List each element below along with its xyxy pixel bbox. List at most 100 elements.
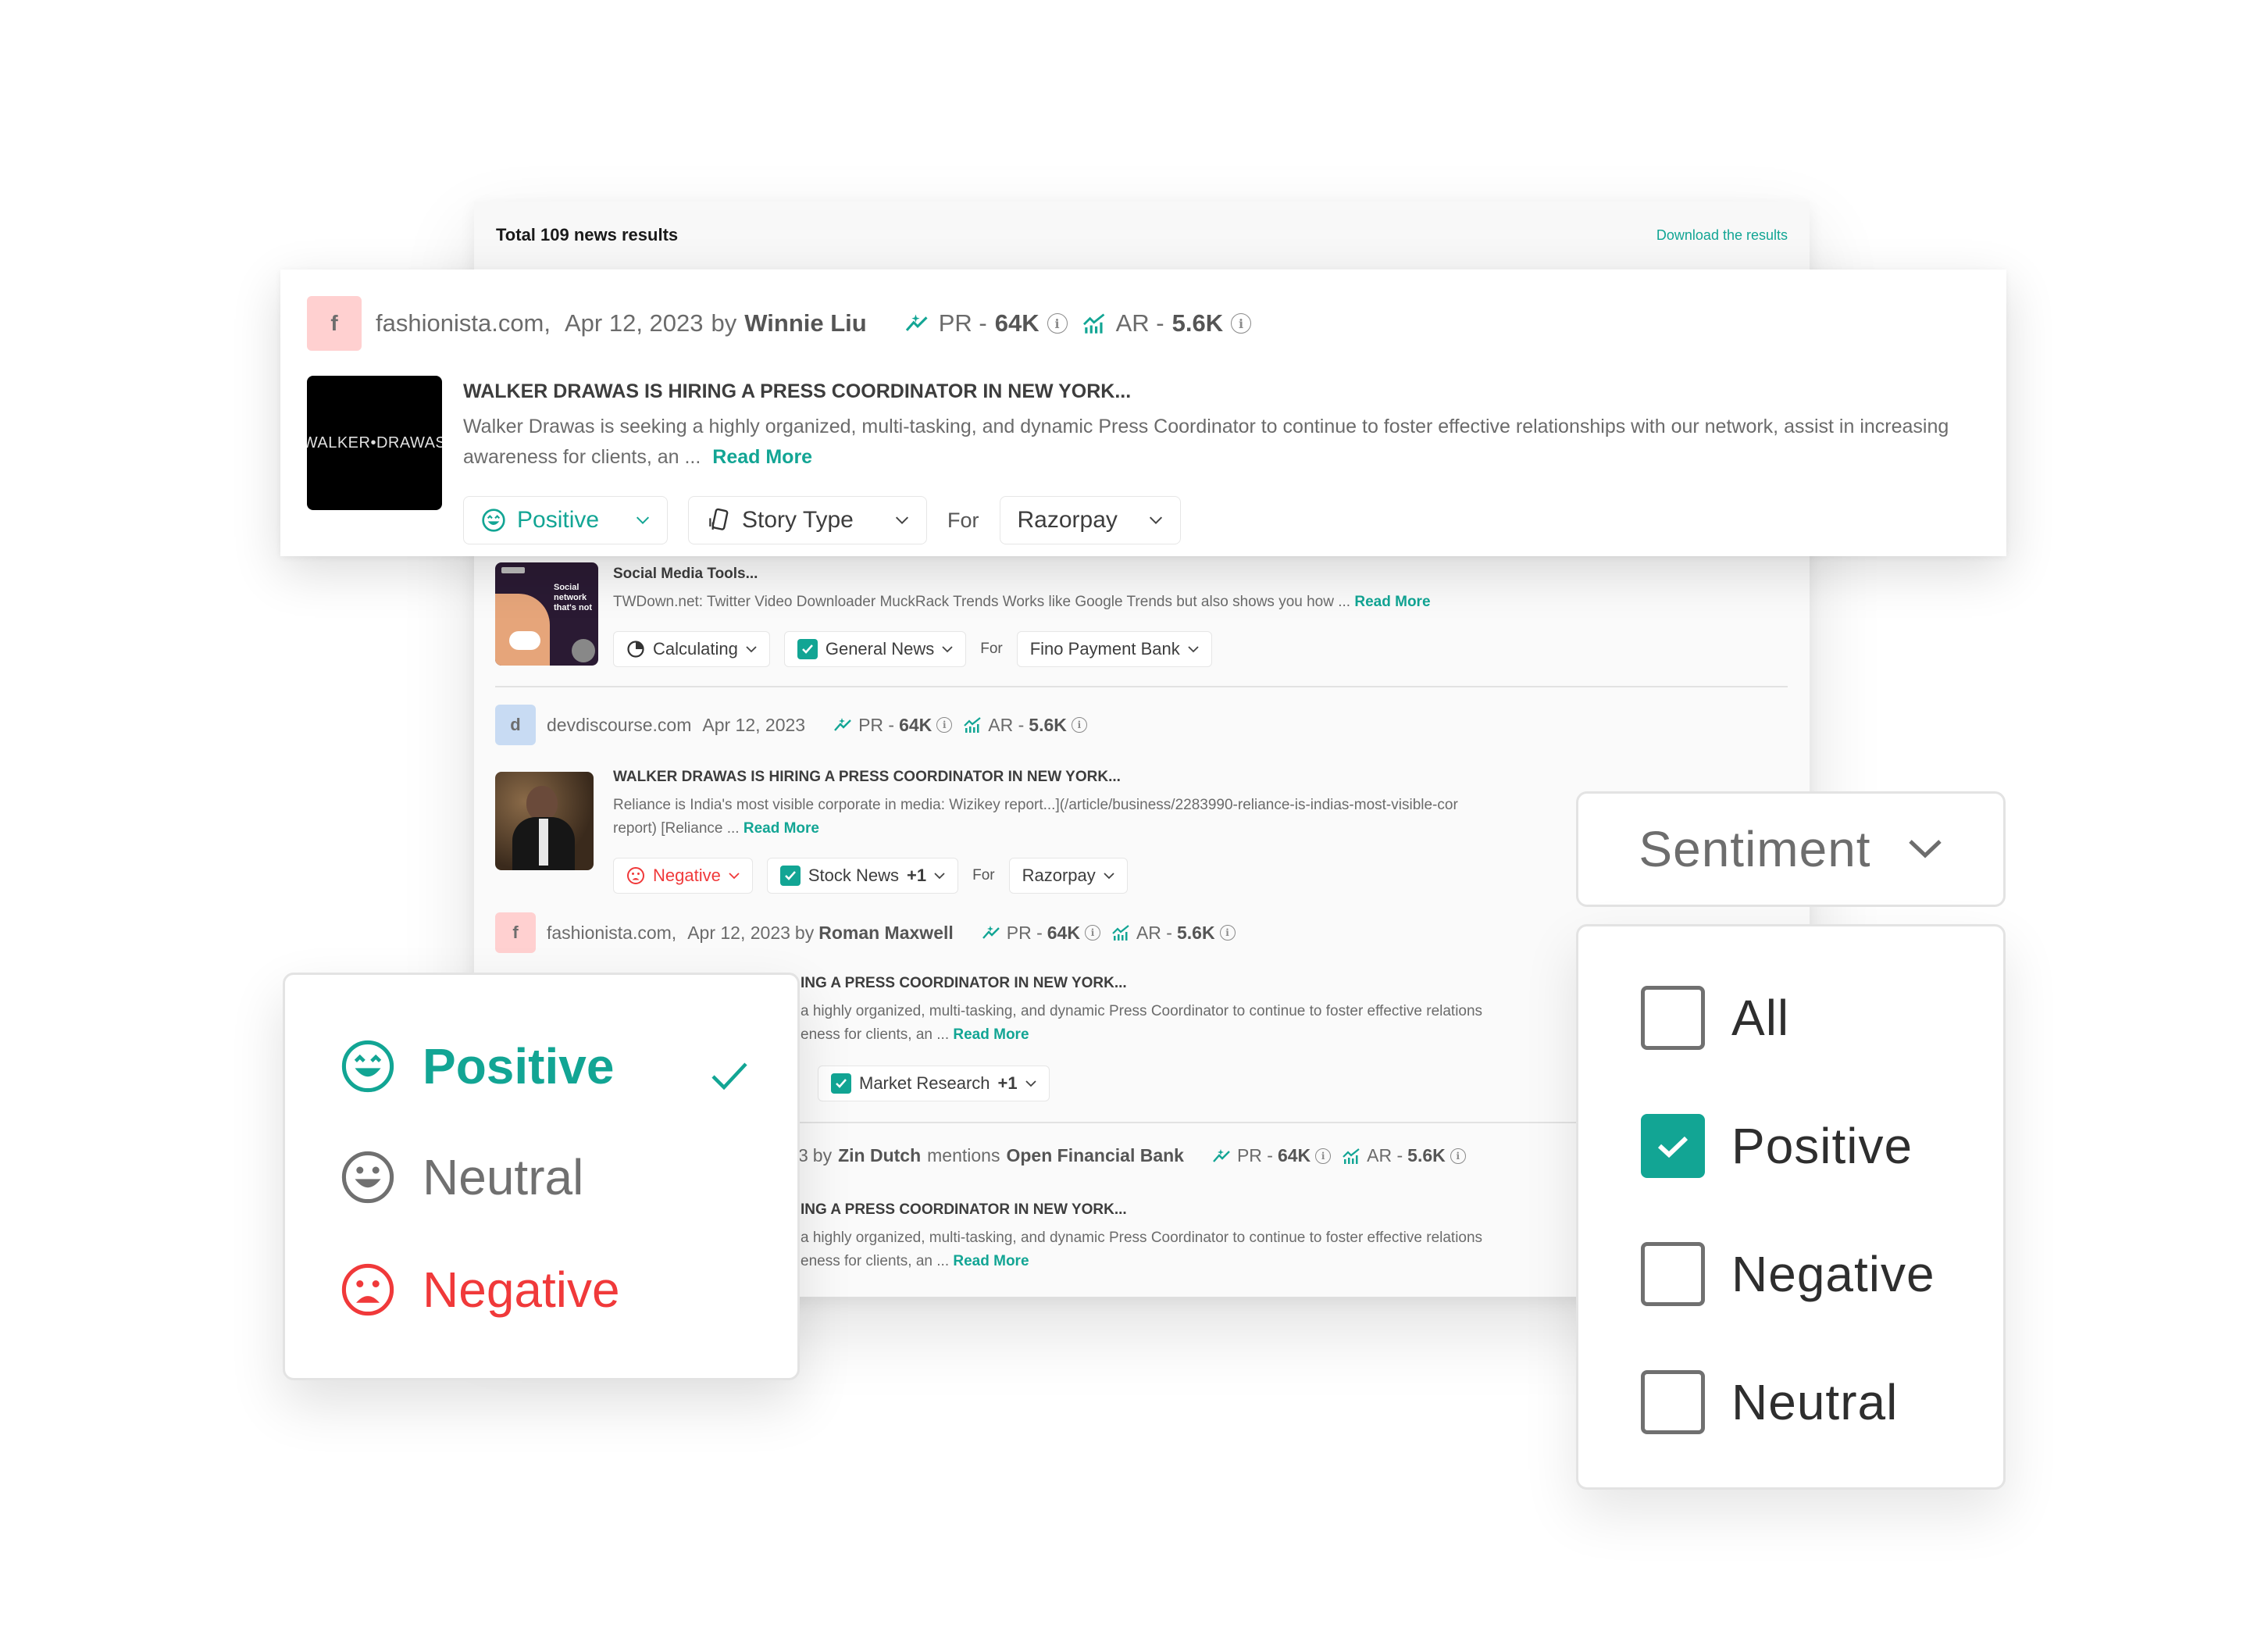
article-headline: ING A PRESS COORDINATOR IN NEW YORK...: [801, 1201, 1127, 1218]
highlighted-article-card[interactable]: f fashionista.com, Apr 12, 2023 by Winni…: [280, 270, 2006, 556]
chevron-down-icon: [1908, 840, 1942, 858]
sentiment-option-negative[interactable]: Negative: [340, 1261, 620, 1319]
thumbnail-text: Social network that's not: [554, 583, 593, 612]
ar-label: AR -: [988, 714, 1025, 735]
option-label: Neutral: [423, 1149, 584, 1205]
checkbox[interactable]: [1641, 986, 1705, 1050]
row-divider: [495, 686, 1788, 687]
story-type-dropdown[interactable]: Story Type: [688, 496, 927, 544]
read-more-link[interactable]: Read More: [953, 1026, 1029, 1043]
read-more-link[interactable]: Read More: [953, 1253, 1029, 1269]
chevron-down-icon: [942, 645, 953, 652]
bar-chart-trend-icon: [1082, 313, 1104, 334]
ar-value: 5.6K: [1407, 1145, 1446, 1165]
pr-metric: PR - 64K i: [982, 923, 1100, 944]
frown-icon: [341, 1263, 394, 1316]
checkmark-icon: [711, 1062, 747, 1091]
sentiment-value: Negative: [653, 866, 721, 885]
pr-label: PR -: [1006, 922, 1043, 943]
chevron-down-icon: [746, 645, 757, 652]
snippet-text: eness for clients, an ...: [801, 1253, 950, 1269]
read-more-link[interactable]: Read More: [712, 446, 812, 468]
for-label: For: [947, 508, 979, 532]
article-headline: ING A PRESS COORDINATOR IN NEW YORK...: [801, 975, 1127, 991]
ar-value: 5.6K: [1029, 714, 1067, 735]
company-value: Razorpay: [1017, 507, 1118, 533]
article-snippet: TWDown.net: Twitter Video Downloader Muc…: [613, 591, 1431, 614]
info-icon[interactable]: i: [936, 717, 953, 733]
chevron-down-icon: [895, 516, 909, 524]
article-headline: WALKER DRAWAS IS HIRING A PRESS COORDINA…: [613, 769, 1121, 785]
by-label: by: [711, 309, 737, 337]
company-dropdown[interactable]: Razorpay: [1008, 858, 1128, 894]
article-snippet: Walker Drawas is seeking a highly organi…: [463, 412, 1978, 473]
info-icon[interactable]: i: [1084, 925, 1100, 941]
ar-metric: AR - 5.6K i: [1342, 1145, 1466, 1166]
pr-metric: PR - 64K i: [833, 714, 953, 736]
frown-icon: [627, 867, 644, 884]
info-icon[interactable]: i: [1231, 313, 1252, 334]
thumbnail-illustration-detail: [509, 631, 540, 650]
filter-option-negative[interactable]: Negative: [1641, 1242, 1935, 1306]
article-snippet: report) [Reliance ... Read More: [613, 817, 819, 841]
ar-value: 5.6K: [1171, 309, 1224, 337]
article-headline: WALKER DRAWAS IS HIRING A PRESS COORDINA…: [463, 380, 1132, 402]
sentiment-dropdown[interactable]: Negative: [613, 858, 753, 894]
filter-option-neutral[interactable]: Neutral: [1641, 1370, 1898, 1434]
article-headline: Social Media Tools...: [613, 566, 758, 582]
pr-label: PR -: [858, 714, 895, 735]
read-more-link[interactable]: Read More: [744, 820, 819, 837]
checkbox[interactable]: [1641, 1370, 1705, 1434]
filter-option-positive[interactable]: Positive: [1641, 1114, 1913, 1178]
story-type-value: Stock News: [808, 866, 899, 885]
pr-label: PR -: [938, 309, 987, 337]
company-dropdown[interactable]: Fino Payment Bank: [1016, 631, 1212, 667]
sentiment-value: Calculating: [653, 639, 738, 659]
checkbox-checked[interactable]: [1641, 1114, 1705, 1178]
checkbox-checked-icon: [797, 639, 818, 659]
bar-chart-trend-icon: [1112, 925, 1129, 941]
source-name: devdiscourse.com: [547, 714, 692, 735]
thumbnail-illustration-detail: [572, 639, 595, 662]
sentiment-dropdown[interactable]: Calculating: [613, 631, 770, 667]
info-icon[interactable]: i: [1450, 1148, 1466, 1164]
ar-label: AR -: [1136, 922, 1172, 943]
info-icon[interactable]: i: [1315, 1148, 1332, 1164]
article-meta: 3 by Zin Dutch mentions Open Financial B…: [798, 1145, 1466, 1166]
checkbox[interactable]: [1641, 1242, 1705, 1306]
for-label: For: [972, 867, 995, 883]
info-icon[interactable]: i: [1071, 717, 1087, 733]
company-value: Razorpay: [1022, 866, 1096, 885]
sentiment-selected: Positive: [481, 507, 599, 534]
sparkle-trend-icon: [1213, 1148, 1230, 1162]
sentiment-dropdown[interactable]: Positive: [463, 496, 668, 544]
filter-option-all[interactable]: All: [1641, 986, 1789, 1050]
publish-date: Apr 12, 2023: [687, 922, 790, 943]
ar-metric: AR - 5.6K i: [963, 715, 1087, 736]
company-dropdown[interactable]: Razorpay: [999, 496, 1181, 544]
story-type-selected: Story Type: [706, 507, 854, 534]
info-icon[interactable]: i: [1219, 925, 1236, 941]
thumbnail-person-shirt: [539, 819, 548, 866]
story-type-extra-count: +1: [997, 1073, 1018, 1093]
ar-label: AR -: [1115, 309, 1164, 337]
sparkle-trend-icon: [834, 718, 851, 731]
sentiment-option-positive[interactable]: Positive: [340, 1037, 614, 1095]
download-results-link[interactable]: Download the results: [1656, 227, 1788, 244]
sentiment-filter-options: All Positive Negative Neutral: [1576, 924, 2006, 1490]
sentiment-filter-button[interactable]: Sentiment: [1576, 791, 2006, 907]
story-type-dropdown[interactable]: Market Research +1: [818, 1066, 1050, 1101]
smile-happy-icon: [341, 1040, 394, 1093]
story-type-dropdown[interactable]: General News: [783, 631, 967, 667]
snippet-text: eness for clients, an ...: [801, 1026, 950, 1043]
info-icon[interactable]: i: [1047, 313, 1068, 334]
by-label: by: [794, 922, 815, 943]
bar-chart-trend-icon: [964, 717, 981, 733]
smile-happy-icon: [482, 509, 505, 532]
bar-chart-trend-icon: [1343, 1148, 1360, 1164]
sentiment-option-neutral[interactable]: Neutral: [340, 1148, 583, 1206]
read-more-link[interactable]: Read More: [1354, 594, 1430, 610]
story-type-dropdown[interactable]: Stock News +1: [766, 858, 959, 894]
article-snippet: eness for clients, an ... Read More: [801, 1250, 1029, 1273]
article-thumbnail: WALKER•DRAWAS: [307, 376, 442, 510]
